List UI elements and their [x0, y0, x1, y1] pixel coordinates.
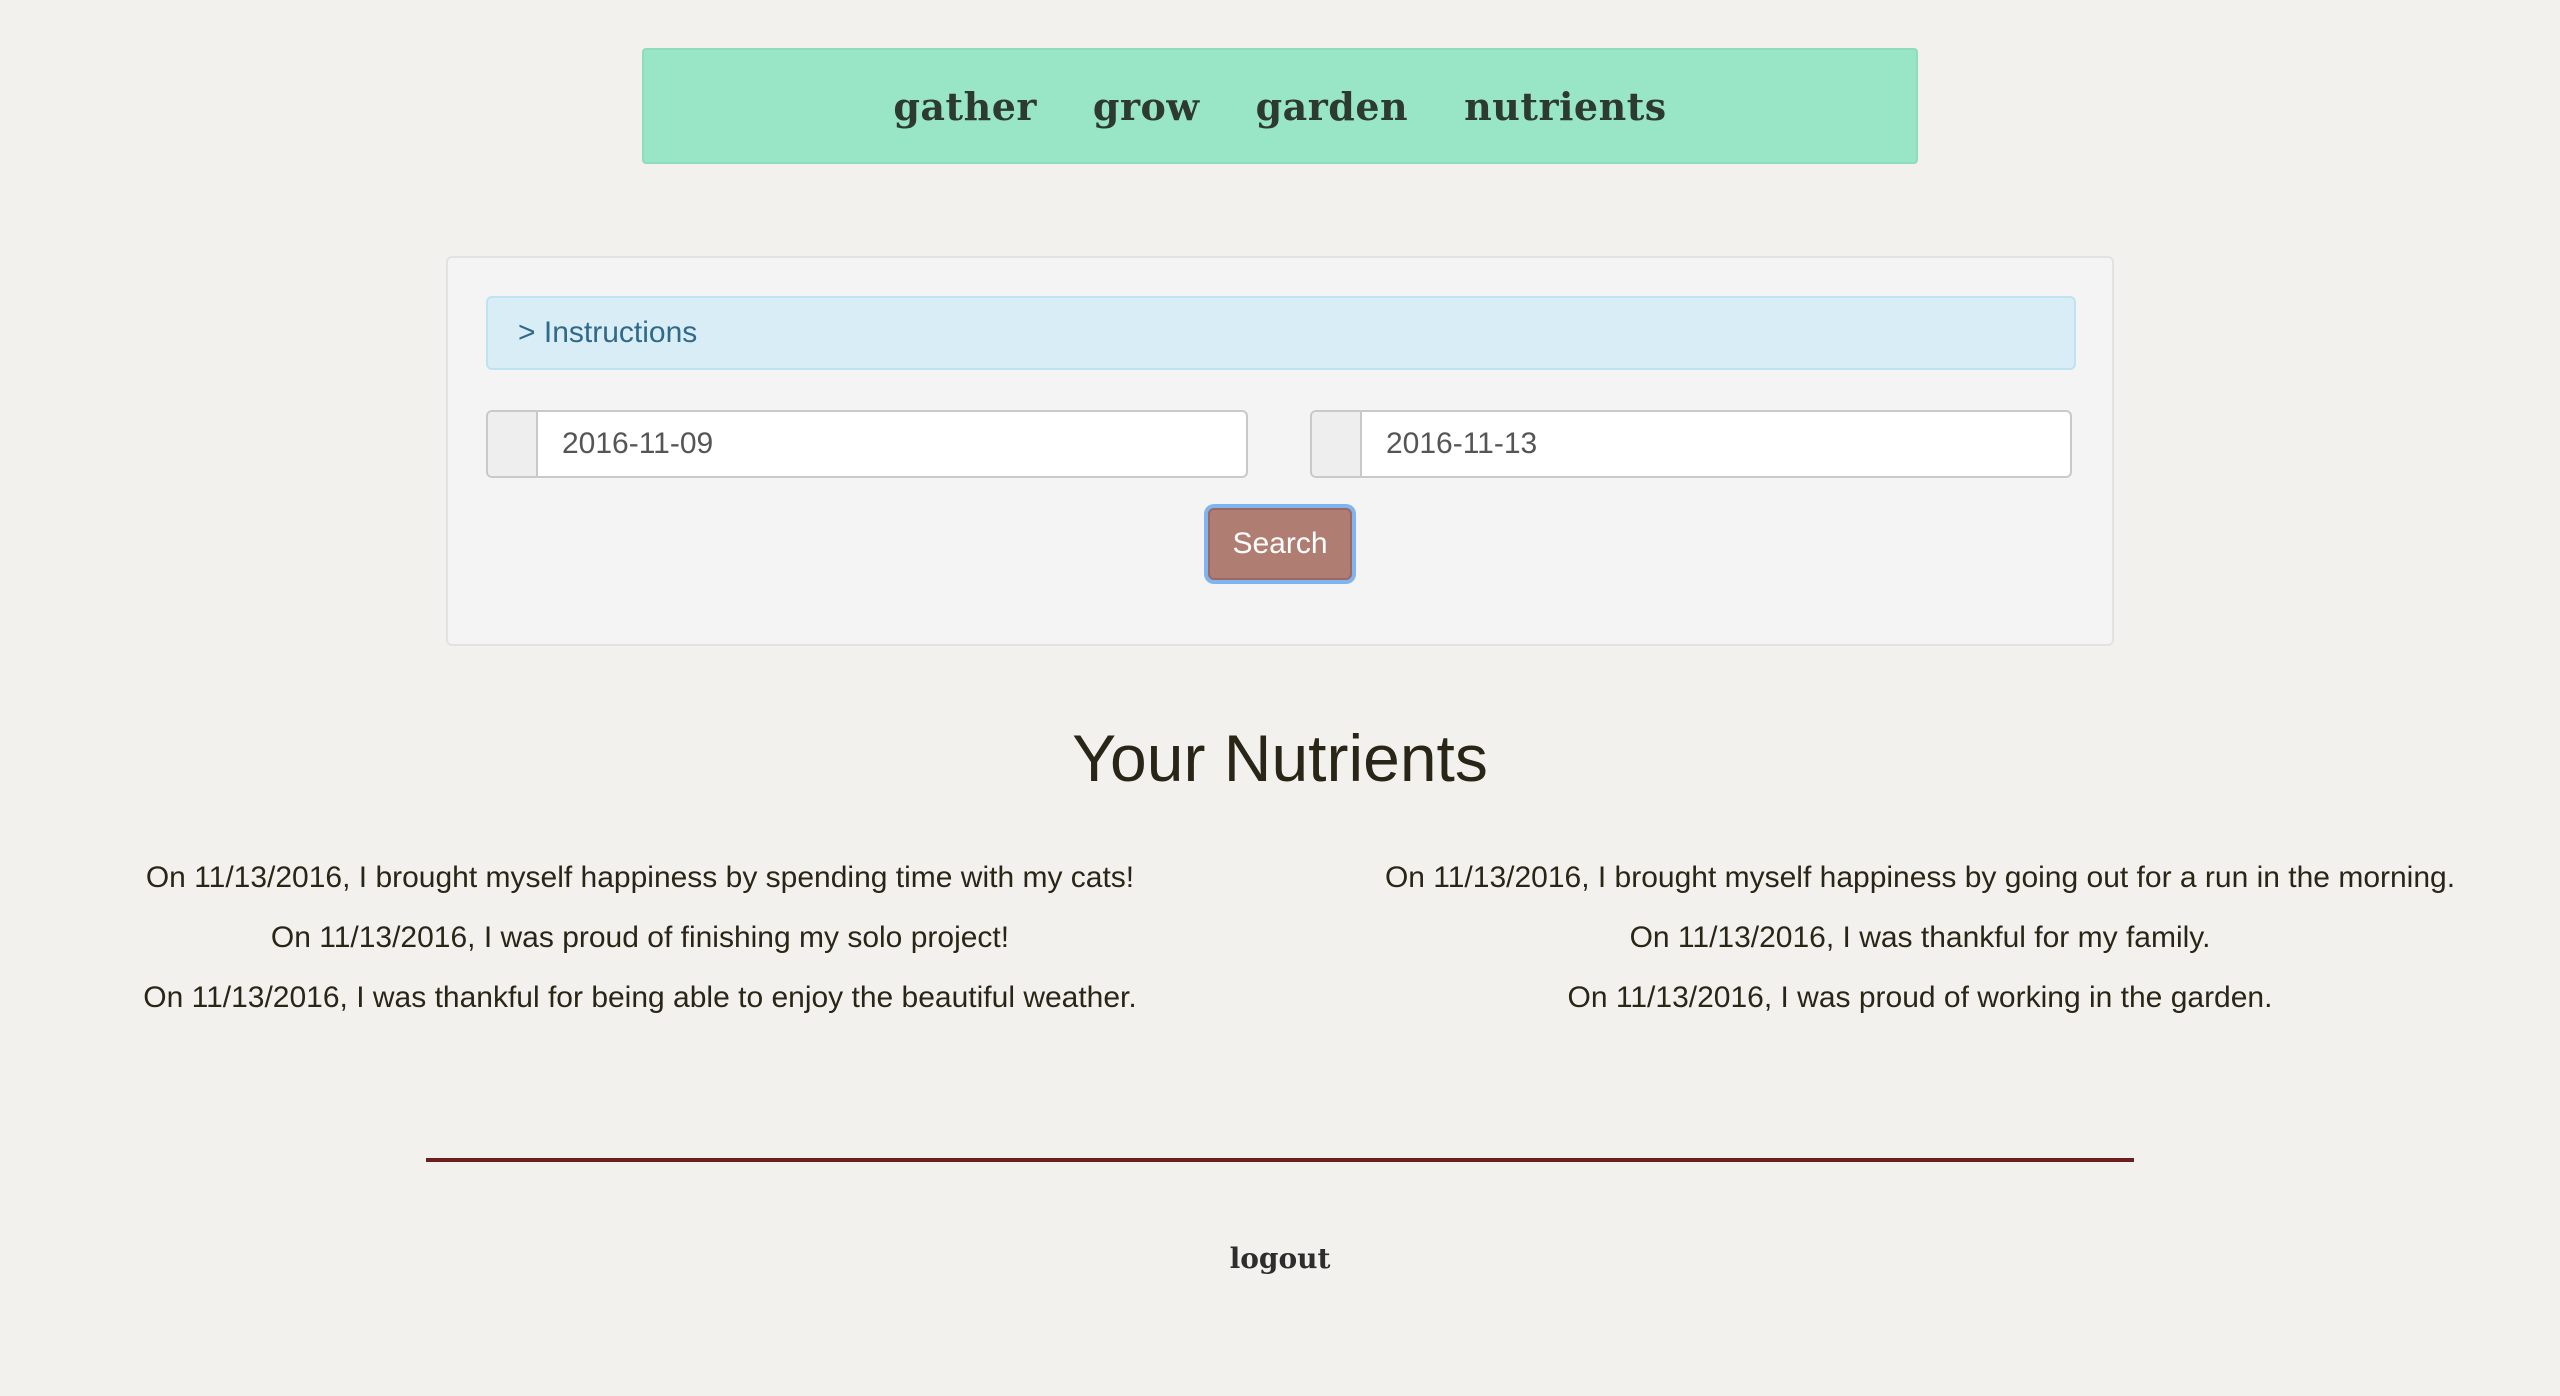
- footer-divider: [426, 1158, 2134, 1162]
- instructions-toggle[interactable]: > Instructions: [486, 296, 2076, 370]
- nav-link-grow[interactable]: grow: [1093, 84, 1200, 129]
- nav-link-garden[interactable]: garden: [1256, 84, 1409, 129]
- calendar-icon[interactable]: [488, 412, 538, 476]
- nutrient-entry: On 11/13/2016, I was thankful for being …: [143, 981, 1137, 1014]
- logout-link[interactable]: logout: [0, 1242, 2560, 1275]
- nutrient-entry: On 11/13/2016, I was thankful for my fam…: [1629, 921, 2211, 954]
- end-date-input[interactable]: [1362, 412, 2070, 476]
- nutrients-right-column: On 11/13/2016, I brought myself happines…: [1320, 848, 2520, 1028]
- start-date-group: [486, 410, 1248, 478]
- nav-link-nutrients[interactable]: nutrients: [1464, 84, 1667, 129]
- calendar-icon[interactable]: [1312, 412, 1362, 476]
- top-nav: gather grow garden nutrients: [642, 48, 1918, 164]
- nav-link-gather[interactable]: gather: [893, 84, 1037, 129]
- start-date-input[interactable]: [538, 412, 1246, 476]
- search-button[interactable]: Search: [1208, 508, 1352, 580]
- nutrients-left-column: On 11/13/2016, I brought myself happines…: [40, 848, 1240, 1028]
- end-date-group: [1310, 410, 2072, 478]
- page-title: Your Nutrients: [1072, 721, 1488, 795]
- nutrient-entry: On 11/13/2016, I brought myself happines…: [145, 861, 1135, 894]
- nutrient-entry: On 11/13/2016, I brought myself happines…: [1384, 861, 2456, 894]
- nutrient-entry: On 11/13/2016, I was proud of finishing …: [270, 921, 1010, 954]
- search-panel: > Instructions Search: [446, 256, 2114, 646]
- nutrient-entry: On 11/13/2016, I was proud of working in…: [1567, 981, 2273, 1014]
